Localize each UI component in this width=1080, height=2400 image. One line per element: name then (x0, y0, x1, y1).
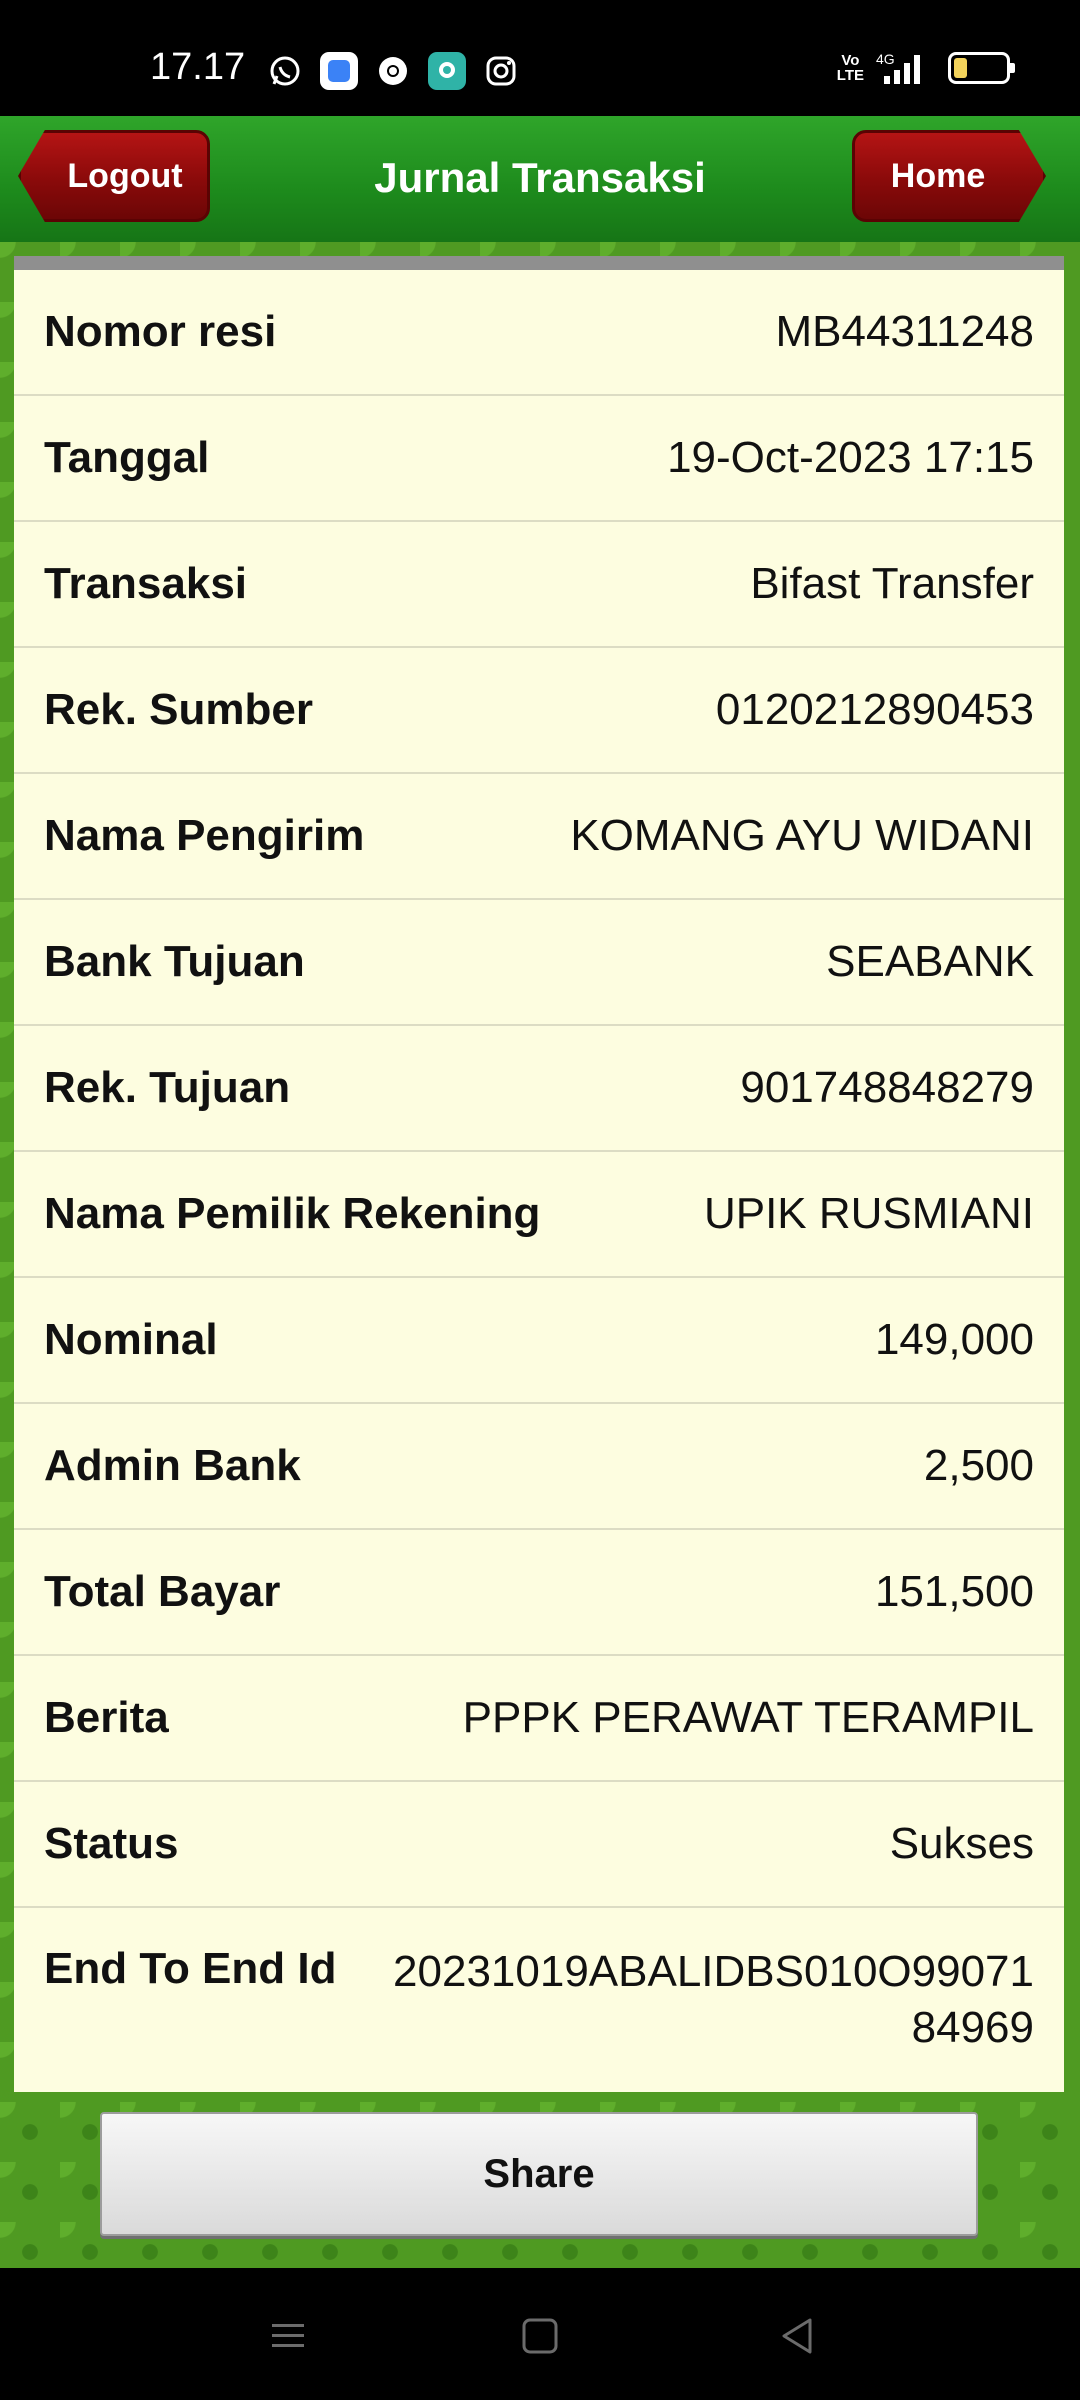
menu-icon[interactable] (264, 2312, 312, 2360)
detail-row-status: Status Sukses (14, 1782, 1064, 1908)
home-button[interactable]: Home (852, 130, 1046, 222)
battery-icon (948, 52, 1015, 84)
detail-value: 901748848279 (740, 1063, 1034, 1112)
detail-label: End To End Id (44, 1944, 337, 1993)
status-bar: 17.17 Vo LTE 4G (0, 0, 1080, 116)
detail-label: Berita (44, 1693, 169, 1742)
whatsapp-icon (266, 52, 304, 90)
detail-value: PPPK PERAWAT TERAMPIL (462, 1693, 1034, 1742)
detail-row-nama-pengirim: Nama Pengirim KOMANG AYU WIDANI (14, 774, 1064, 900)
detail-label: Admin Bank (44, 1441, 301, 1490)
app-header: Logout Jurnal Transaksi Home (0, 116, 1080, 242)
detail-label: Status (44, 1819, 179, 1868)
chrome-icon (374, 52, 412, 90)
detail-label: Transaksi (44, 559, 248, 608)
transaction-detail-card: Nomor resi MB44311248 Tanggal 19-Oct-202… (14, 256, 1064, 2092)
detail-row-berita: Berita PPPK PERAWAT TERAMPIL (14, 1656, 1064, 1782)
app-teal-icon (428, 52, 466, 90)
detail-value: 2,500 (923, 1441, 1034, 1490)
detail-row-nama-pemilik: Nama Pemilik Rekening UPIK RUSMIANI (14, 1152, 1064, 1278)
detail-label: Nama Pemilik Rekening (44, 1189, 541, 1238)
detail-row-end-to-end-id: End To End Id 20231019ABALIDBS010O990718… (14, 1908, 1064, 2088)
detail-value: Sukses (889, 1819, 1034, 1868)
detail-value: 20231019ABALIDBS010O9907184969 (393, 1947, 1034, 2052)
detail-label: Nomor resi (44, 307, 277, 356)
detail-value: 19-Oct-2023 17:15 (667, 433, 1034, 482)
app-blue-icon (320, 52, 358, 90)
detail-row-bank-tujuan: Bank Tujuan SEABANK (14, 900, 1064, 1026)
instagram-icon (482, 52, 520, 90)
detail-value: MB44311248 (775, 307, 1035, 356)
detail-label: Bank Tujuan (44, 937, 305, 986)
detail-value: SEABANK (826, 937, 1034, 986)
home-square-icon[interactable] (516, 2312, 564, 2360)
detail-row-rek-sumber: Rek. Sumber 0120212890453 (14, 648, 1064, 774)
notification-icons (266, 52, 520, 90)
detail-value: KOMANG AYU WIDANI (570, 811, 1034, 860)
detail-label: Nama Pengirim (44, 811, 365, 860)
volte-indicator: Vo LTE (836, 52, 864, 84)
detail-row-tanggal: Tanggal 19-Oct-2023 17:15 (14, 396, 1064, 522)
back-icon[interactable] (774, 2312, 822, 2360)
detail-row-admin-bank: Admin Bank 2,500 (14, 1404, 1064, 1530)
detail-row-nominal: Nominal 149,000 (14, 1278, 1064, 1404)
detail-row-total-bayar: Total Bayar 151,500 (14, 1530, 1064, 1656)
system-navigation-bar (0, 2268, 1080, 2400)
signal-icon: 4G (876, 51, 920, 84)
detail-value: 151,500 (874, 1567, 1034, 1616)
detail-value: UPIK RUSMIANI (703, 1189, 1034, 1238)
status-indicators: Vo LTE 4G (836, 50, 1015, 86)
detail-label: Nominal (44, 1315, 218, 1364)
detail-value: Bifast Transfer (750, 559, 1034, 608)
network-type: 4G (876, 51, 895, 67)
detail-row-nomor-resi: Nomor resi MB44311248 (14, 270, 1064, 396)
share-button[interactable]: Share (100, 2112, 978, 2236)
detail-label: Tanggal (44, 433, 210, 482)
detail-label: Rek. Sumber (44, 685, 313, 734)
detail-value: 149,000 (874, 1315, 1034, 1364)
detail-row-transaksi: Transaksi Bifast Transfer (14, 522, 1064, 648)
detail-label: Total Bayar (44, 1567, 281, 1616)
detail-row-rek-tujuan: Rek. Tujuan 901748848279 (14, 1026, 1064, 1152)
detail-value: 0120212890453 (715, 685, 1034, 734)
detail-label: Rek. Tujuan (44, 1063, 291, 1112)
status-time: 17.17 (150, 46, 246, 88)
